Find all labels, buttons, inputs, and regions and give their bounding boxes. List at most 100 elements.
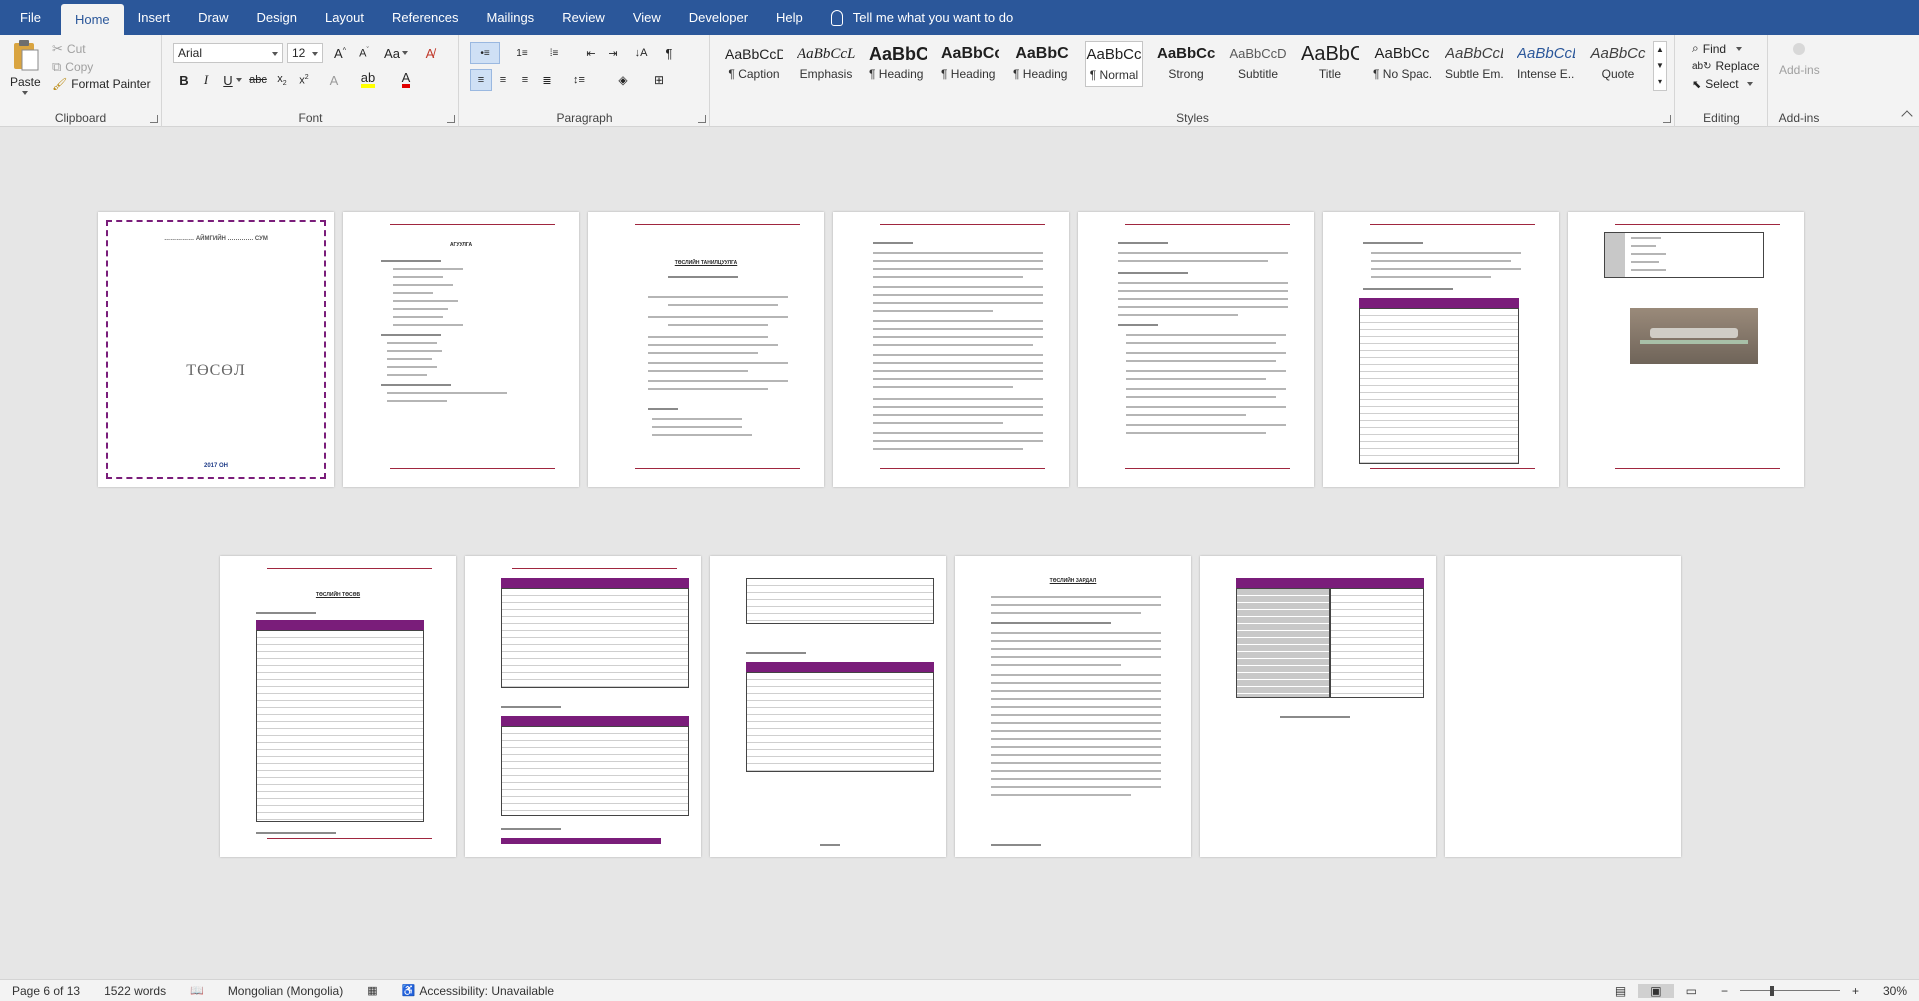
- underline-dropdown[interactable]: [233, 69, 245, 91]
- page-10[interactable]: [710, 556, 946, 857]
- styles-launcher-icon[interactable]: [1663, 115, 1671, 123]
- borders-button[interactable]: ⊞: [644, 69, 674, 91]
- page-9[interactable]: [465, 556, 701, 857]
- tab-layout[interactable]: Layout: [311, 0, 378, 35]
- zoom-in-icon[interactable]: +: [1840, 984, 1871, 998]
- superscript-button[interactable]: x2: [293, 69, 315, 91]
- format-painter-button[interactable]: 🖌 Format Painter: [52, 77, 151, 91]
- style-6[interactable]: AaBbCcl Strong: [1157, 41, 1215, 87]
- tab-developer[interactable]: Developer: [675, 0, 762, 35]
- style-4[interactable]: AaBbC ¶ Heading 3: [1013, 41, 1071, 87]
- align-left-button[interactable]: ≡: [470, 69, 492, 91]
- paragraph-launcher-icon[interactable]: [698, 115, 706, 123]
- shrink-font-button[interactable]: Aˇ: [353, 42, 375, 64]
- word-count[interactable]: 1522 words: [92, 984, 178, 998]
- style-11[interactable]: AaBbCcL Intense E...: [1517, 41, 1575, 87]
- tab-draw[interactable]: Draw: [184, 0, 242, 35]
- page-1-cover[interactable]: …………… АЙМГИЙН …………. СУМ ТӨСӨЛ 2017 ОН: [98, 212, 334, 487]
- page-5[interactable]: [1078, 212, 1314, 487]
- document-area[interactable]: …………… АЙМГИЙН …………. СУМ ТӨСӨЛ 2017 ОН АГ…: [0, 127, 1919, 979]
- collapse-ribbon-icon[interactable]: [1901, 110, 1913, 122]
- paste-button[interactable]: Paste: [10, 39, 41, 95]
- style-3[interactable]: AaBbCcl ¶ Heading 2: [941, 41, 999, 87]
- proofing-icon[interactable]: 📖: [178, 984, 216, 997]
- clipboard-launcher-icon[interactable]: [150, 115, 158, 123]
- select-button[interactable]: ⬉ Select: [1692, 77, 1753, 91]
- zoom-out-icon[interactable]: −: [1709, 984, 1740, 998]
- cut-button[interactable]: ✂ Cut: [52, 41, 86, 57]
- web-layout-icon[interactable]: ▭: [1674, 984, 1709, 998]
- justify-button[interactable]: ≣: [536, 69, 558, 91]
- grow-font-button[interactable]: A^: [329, 42, 351, 64]
- numbering-button[interactable]: 1≡: [508, 42, 536, 64]
- tab-references[interactable]: References: [378, 0, 472, 35]
- style-8[interactable]: AaBbC Title: [1301, 41, 1359, 87]
- align-right-button[interactable]: ≡: [514, 69, 536, 91]
- page-2-toc[interactable]: АГУУЛГА: [343, 212, 579, 487]
- style-7[interactable]: AaBbCcD Subtitle: [1229, 41, 1287, 87]
- replace-button[interactable]: ab↻ Replace: [1692, 59, 1760, 73]
- page-7[interactable]: [1568, 212, 1804, 487]
- page-4[interactable]: [833, 212, 1069, 487]
- page-12[interactable]: [1200, 556, 1436, 857]
- align-center-button[interactable]: ≡: [492, 69, 514, 91]
- highlight-button[interactable]: ab: [357, 69, 379, 91]
- italic-button[interactable]: I: [195, 69, 217, 91]
- style-5[interactable]: AaBbCc ¶ Normal: [1085, 41, 1143, 87]
- page-11[interactable]: ТӨСЛИЙН ЗАРДАЛ: [955, 556, 1191, 857]
- paste-dropdown-icon[interactable]: [22, 91, 29, 95]
- font-launcher-icon[interactable]: [447, 115, 455, 123]
- strikethrough-button[interactable]: abc: [247, 69, 269, 91]
- bold-button[interactable]: B: [173, 69, 195, 91]
- tell-me-box[interactable]: Tell me what you want to do: [830, 0, 1013, 35]
- tab-review[interactable]: Review: [548, 0, 619, 35]
- clear-formatting-button[interactable]: A̸: [419, 42, 441, 64]
- tab-insert[interactable]: Insert: [124, 0, 185, 35]
- font-size-combo[interactable]: 12: [287, 43, 323, 63]
- scroll-down-icon[interactable]: ▼: [1654, 58, 1666, 74]
- text-effects-button[interactable]: A: [323, 69, 345, 91]
- page-6-current[interactable]: [1323, 212, 1559, 487]
- style-9[interactable]: AaBbCc ¶ No Spac...: [1373, 41, 1431, 87]
- page-8[interactable]: ТӨСЛИЙН ТӨСӨВ: [220, 556, 456, 857]
- font-color-button[interactable]: A: [395, 69, 417, 91]
- change-case-button[interactable]: Aa: [381, 42, 411, 64]
- style-1[interactable]: AaBbCcL Emphasis: [797, 41, 855, 87]
- tab-view[interactable]: View: [619, 0, 675, 35]
- subscript-button[interactable]: x2: [271, 69, 293, 91]
- decrease-indent-button[interactable]: ⇤: [580, 42, 602, 64]
- addins-button[interactable]: Add-ins: [1779, 43, 1820, 77]
- more-styles-icon[interactable]: ▾: [1654, 74, 1666, 90]
- tab-help[interactable]: Help: [762, 0, 817, 35]
- zoom-slider[interactable]: [1739, 985, 1840, 997]
- page-3[interactable]: ТӨСЛИЙН ТАНИЛЦУУЛГА: [588, 212, 824, 487]
- tab-design[interactable]: Design: [243, 0, 311, 35]
- page-count[interactable]: Page 6 of 13: [0, 984, 92, 998]
- find-button[interactable]: ⌕ Find: [1692, 41, 1743, 56]
- styles-scroll[interactable]: ▲ ▼ ▾: [1653, 41, 1667, 91]
- copy-button[interactable]: ⧉ Copy: [52, 59, 93, 75]
- style-0[interactable]: AaBbCcD ¶ Caption: [725, 41, 783, 87]
- sort-button[interactable]: ↓A: [630, 42, 652, 64]
- line-spacing-button[interactable]: ↕≡: [564, 69, 594, 91]
- multilevel-list-button[interactable]: ⁞≡: [540, 42, 568, 64]
- page-13-blank[interactable]: [1445, 556, 1681, 857]
- tab-home[interactable]: Home: [60, 4, 124, 35]
- style-10[interactable]: AaBbCcL Subtle Em...: [1445, 41, 1503, 87]
- read-mode-icon[interactable]: ▤: [1603, 984, 1638, 998]
- tab-file[interactable]: File: [0, 0, 61, 35]
- scroll-up-icon[interactable]: ▲: [1654, 42, 1666, 58]
- increase-indent-button[interactable]: ⇥: [602, 42, 624, 64]
- tab-mailings[interactable]: Mailings: [473, 0, 549, 35]
- print-layout-icon[interactable]: ▣: [1638, 983, 1674, 998]
- bullets-button[interactable]: •≡: [470, 42, 500, 64]
- macro-icon[interactable]: ▦: [355, 984, 389, 997]
- zoom-thumb[interactable]: [1769, 985, 1774, 996]
- show-marks-button[interactable]: ¶: [658, 42, 680, 64]
- style-2[interactable]: AaBbC ¶ Heading 1: [869, 41, 927, 87]
- style-12[interactable]: AaBbCc Quote: [1589, 41, 1647, 87]
- font-name-combo[interactable]: Arial: [173, 43, 283, 63]
- zoom-level[interactable]: 30%: [1871, 984, 1919, 998]
- shading-button[interactable]: ◈: [608, 69, 638, 91]
- language-indicator[interactable]: Mongolian (Mongolia): [216, 984, 355, 998]
